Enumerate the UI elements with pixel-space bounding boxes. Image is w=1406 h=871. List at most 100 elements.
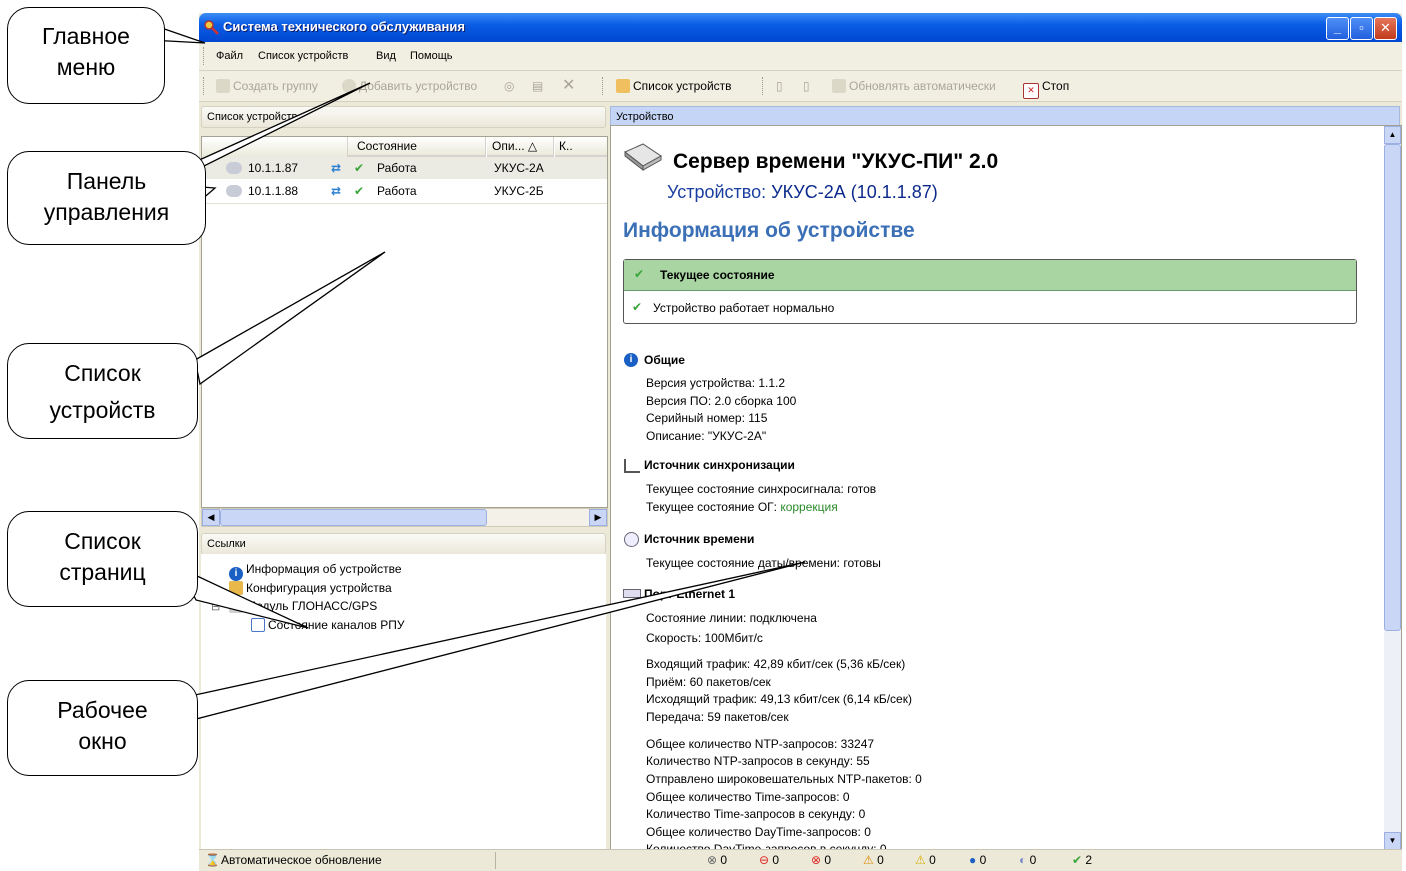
satellite-icon: [229, 599, 243, 613]
sync-arrows-icon: ⇄: [331, 161, 342, 175]
status-bar: ⌛ Автоматическое обновление ⊗ 0 ⊖ 0 ⊗ 0 …: [199, 849, 1402, 871]
check-icon: ✔: [354, 184, 365, 198]
page-list: i Информация об устройстве Конфигурация у…: [201, 554, 606, 851]
device-state: Работа: [377, 161, 417, 175]
title-bar[interactable]: Система технического обслуживания _ ▫ ✕: [199, 13, 1402, 42]
toolbar-separator: [602, 77, 605, 95]
column-header-state[interactable]: Состояние: [348, 137, 486, 157]
warning-icon: ⚠: [863, 853, 874, 867]
critical-counter[interactable]: ⊗ 0: [707, 850, 727, 870]
delete-icon[interactable]: ✕: [562, 75, 575, 95]
home-icon: [616, 79, 630, 93]
info-counter[interactable]: ● 0: [969, 850, 986, 870]
status-box-header: ✔ Текущее состояние: [624, 260, 1356, 291]
device-list-header: Список устройств: [201, 106, 606, 128]
link-glonass-module[interactable]: Модуль ГЛОНАСС/GPS: [229, 599, 377, 613]
device-subtitle: Устройство: УКУС-2А (10.1.1.87): [667, 182, 938, 202]
device-row[interactable]: 10.1.1.87 ⇄ ✔ Работа УКУС-2А: [202, 157, 607, 179]
row-divider: [202, 203, 607, 204]
status-divider: [495, 852, 496, 869]
add-device-icon: [342, 79, 356, 93]
ok-counter[interactable]: ✔ 2: [1072, 850, 1092, 870]
horizontal-scrollbar[interactable]: ◀ ▶: [201, 508, 608, 527]
ethernet-line: Передача: 59 пакетов/сек: [646, 710, 789, 724]
debug-counter[interactable]: ◐ 0: [1019, 850, 1036, 870]
general-section-title: Общие: [644, 353, 685, 367]
status-box: ✔ Текущее состояние ✔ Устройство работае…: [623, 259, 1357, 324]
scroll-thumb[interactable]: [1384, 144, 1401, 631]
fault-counter[interactable]: ⊗ 0: [811, 850, 831, 870]
callout-page-list: Список страниц: [7, 511, 198, 607]
page-icon[interactable]: ▯: [776, 79, 783, 93]
table-icon: [251, 618, 265, 632]
links-header: Ссылки: [201, 533, 606, 555]
notice-counter[interactable]: ⚠ 0: [915, 850, 936, 870]
ethernet-line: Состояние линии: подключена: [646, 611, 817, 625]
fault-icon: ⊗: [811, 853, 822, 867]
ethernet-line: Исходящий трафик: 49,13 кбит/сек (6,14 к…: [646, 692, 912, 706]
link-rpu-channels[interactable]: Состояние каналов РПУ: [251, 618, 404, 632]
ethernet-line: Общее количество Time-запросов: 0: [646, 790, 850, 804]
minimize-button[interactable]: _: [1326, 17, 1349, 40]
warning-counter[interactable]: ⚠ 0: [863, 850, 884, 870]
hourglass-icon: ⌛: [205, 853, 220, 867]
page-title: Информация об устройстве: [623, 219, 915, 242]
error-counter[interactable]: ⊖ 0: [759, 850, 779, 870]
scroll-up-button[interactable]: ▲: [1384, 126, 1401, 144]
ethernet-icon: [623, 589, 641, 598]
ethernet-line: Общее количество DayTime-запросов: 0: [646, 825, 871, 839]
menu-device-list[interactable]: Список устройств: [258, 50, 348, 62]
scroll-left-button[interactable]: ◀: [202, 509, 220, 526]
info-icon: i: [624, 353, 638, 367]
add-device-button[interactable]: Добавить устройство: [342, 79, 477, 93]
ethernet-line: Количество Time-запросов в секунду: 0: [646, 807, 866, 821]
status-text: Устройство работает нормально: [653, 301, 835, 315]
device-description: УКУС-2Б: [494, 184, 544, 198]
link-device-info[interactable]: i Информация об устройстве: [229, 562, 402, 581]
check-icon: ✔: [1072, 853, 1083, 867]
main-menu: Файл Список устройств Вид Помощь: [199, 42, 1402, 71]
auto-update-button[interactable]: Обновлять автоматически: [832, 79, 996, 93]
scroll-right-button[interactable]: ▶: [589, 509, 607, 526]
work-window: Сервер времени "УКУС-ПИ" 2.0 Устройство:…: [610, 125, 1402, 856]
callout-main-menu: Главное меню: [7, 7, 165, 104]
column-header-k[interactable]: К..: [555, 137, 607, 157]
scroll-down-button[interactable]: ▼: [1384, 832, 1401, 850]
general-line: Серийный номер: 115: [646, 411, 768, 425]
device-ip: 10.1.1.87: [248, 161, 299, 175]
scroll-thumb[interactable]: [220, 509, 487, 526]
refresh-icon[interactable]: ◎: [504, 79, 514, 93]
time-section-title: Источник времени: [644, 532, 755, 546]
close-button[interactable]: ✕: [1374, 17, 1397, 40]
folder-icon: [216, 79, 230, 93]
device-list-button[interactable]: Список устройств: [616, 79, 732, 93]
ethernet-section-title: Порт Ethernet 1: [644, 587, 736, 601]
check-icon: ✔: [634, 267, 645, 281]
properties-icon[interactable]: ▤: [532, 79, 543, 93]
ethernet-line: Количество NTP-запросов в секунду: 55: [646, 754, 870, 768]
config-icon: [229, 581, 243, 595]
error-icon: ⊖: [759, 853, 770, 867]
window-title: Система технического обслуживания: [223, 19, 465, 34]
auto-update-icon: [832, 79, 846, 93]
menu-view[interactable]: Вид: [376, 50, 396, 62]
create-group-button[interactable]: Создать группу: [216, 79, 318, 93]
menu-help[interactable]: Помощь: [410, 50, 453, 62]
column-header-description[interactable]: Опи... △: [487, 137, 554, 157]
toolbar-separator-2: [762, 77, 765, 95]
device-row[interactable]: 10.1.1.88 ⇄ ✔ Работа УКУС-2Б: [202, 180, 607, 202]
ethernet-line: Общее количество NTP-запросов: 33247: [646, 737, 875, 751]
column-header-name[interactable]: [202, 137, 348, 159]
check-icon: ✔: [632, 300, 643, 314]
vertical-scrollbar[interactable]: ▲ ▼: [1384, 126, 1401, 850]
stop-button[interactable]: ✕ Стоп: [1023, 79, 1069, 99]
page-refresh-icon[interactable]: ▯: [803, 79, 810, 93]
auto-update-status: Автоматическое обновление: [221, 853, 382, 867]
menu-file[interactable]: Файл: [216, 50, 243, 62]
application-window: Система технического обслуживания _ ▫ ✕ …: [199, 13, 1402, 871]
link-device-config[interactable]: Конфигурация устройства: [229, 581, 392, 595]
maximize-button[interactable]: ▫: [1350, 17, 1373, 40]
tree-collapse-toggle[interactable]: ⊟: [211, 600, 220, 613]
device-icon: [226, 185, 242, 197]
check-icon: ✔: [354, 161, 365, 175]
